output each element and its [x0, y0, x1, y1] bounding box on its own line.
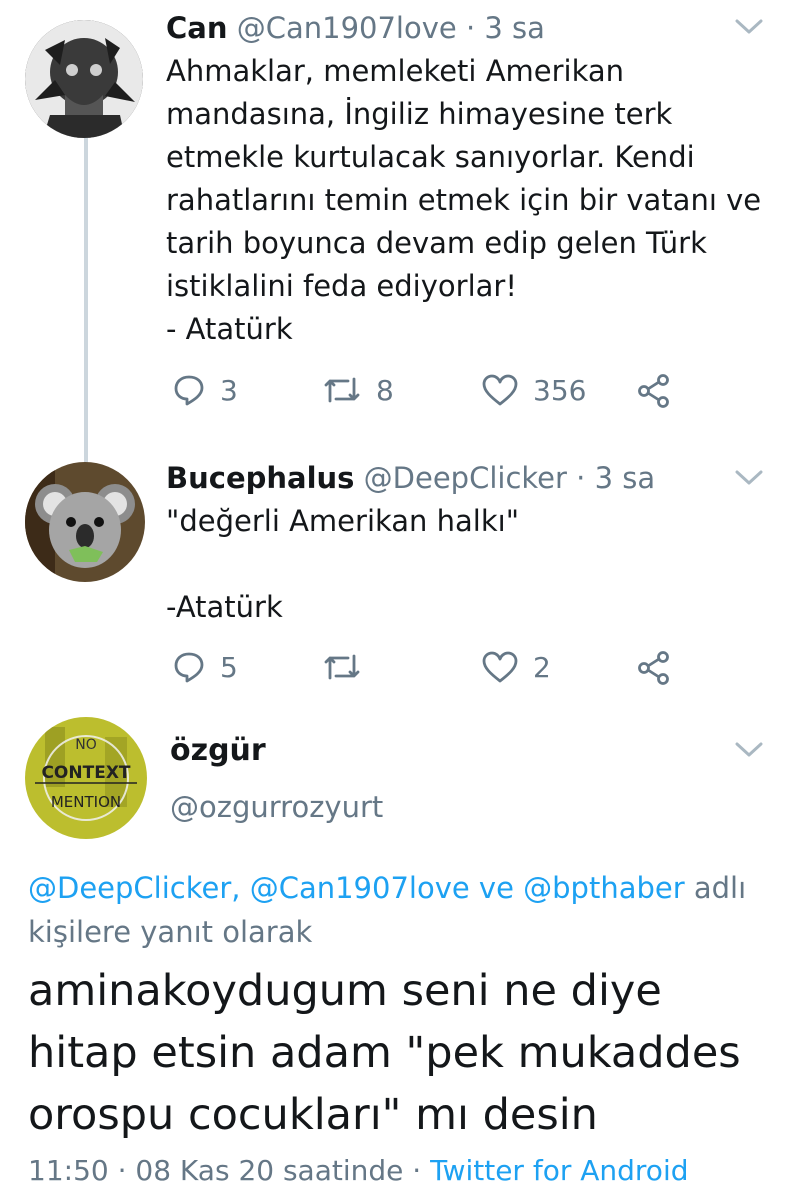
tweet-meta: 11:50 · 08 Kas 20 saatinde · Twitter for… — [28, 1153, 689, 1189]
tweet-2-header: Bucephalus @DeepClicker · 3 sa — [166, 460, 655, 496]
display-name[interactable]: Can — [166, 11, 228, 45]
reply-button[interactable]: 5 — [172, 650, 238, 684]
share-icon — [636, 650, 672, 686]
main-display-name[interactable]: özgür — [170, 733, 266, 768]
chevron-down-icon[interactable] — [734, 17, 764, 41]
handle[interactable]: @DeepClicker — [364, 461, 567, 495]
like-icon — [481, 650, 519, 684]
reply-icon — [172, 650, 206, 684]
like-count: 2 — [533, 650, 551, 684]
avatar-koala-image — [25, 462, 145, 582]
reply-count: 3 — [220, 373, 238, 407]
chevron-down-icon[interactable] — [734, 740, 764, 764]
like-icon — [481, 373, 519, 407]
avatar-ozgur[interactable]: NO CONTEXT MENTION — [25, 717, 147, 839]
share-icon — [636, 373, 672, 409]
like-button[interactable]: 356 — [481, 373, 586, 407]
reply-mentions-link[interactable]: @DeepClicker, @Can1907love ve @bpthaber — [28, 871, 685, 905]
avatar-no-text: NO — [75, 737, 97, 753]
avatar-can[interactable] — [25, 20, 143, 138]
retweet-button[interactable] — [322, 650, 376, 684]
timestamp[interactable]: · 3 sa — [576, 461, 655, 495]
retweet-icon — [322, 650, 362, 684]
main-handle[interactable]: @ozgurrozyurt — [170, 790, 383, 824]
reply-count: 5 — [220, 650, 238, 684]
tweet-source-link[interactable]: Twitter for Android — [430, 1154, 688, 1187]
thread-line — [84, 138, 88, 463]
tweet-1-header: Can @Can1907love · 3 sa — [166, 10, 545, 46]
share-button[interactable] — [636, 650, 672, 686]
avatar-mention-text: MENTION — [51, 793, 121, 811]
retweet-button[interactable]: 8 — [322, 373, 394, 407]
retweet-count: 8 — [376, 373, 394, 407]
chevron-down-icon[interactable] — [734, 468, 764, 492]
timestamp[interactable]: · 3 sa — [466, 11, 545, 45]
like-button[interactable]: 2 — [481, 650, 551, 684]
tweet-1-text: Ahmaklar, memleketi Amerikan mandasına, … — [166, 54, 762, 346]
display-name[interactable]: Bucephalus — [166, 461, 354, 495]
reply-button[interactable]: 3 — [172, 373, 238, 407]
reply-icon — [172, 373, 206, 407]
tweet-2-text: "değerli Amerikan halkı" -Atatürk — [166, 504, 520, 624]
avatar-no-context-logo: NO CONTEXT MENTION — [25, 717, 147, 839]
handle[interactable]: @Can1907love — [237, 11, 457, 45]
like-count: 356 — [533, 373, 587, 407]
avatar-can-image — [25, 20, 143, 138]
share-button[interactable] — [636, 373, 672, 409]
main-tweet-text: aminakoydugum seni ne diye hitap etsin a… — [28, 966, 741, 1140]
tweet-timestamp[interactable]: 11:50 · 08 Kas 20 saatinde · — [28, 1154, 421, 1187]
avatar-context-text: CONTEXT — [41, 763, 130, 783]
avatar-bucephalus[interactable] — [25, 462, 145, 582]
retweet-icon — [322, 373, 362, 407]
replying-to: @DeepClicker, @Can1907love ve @bpthaber … — [28, 866, 768, 954]
